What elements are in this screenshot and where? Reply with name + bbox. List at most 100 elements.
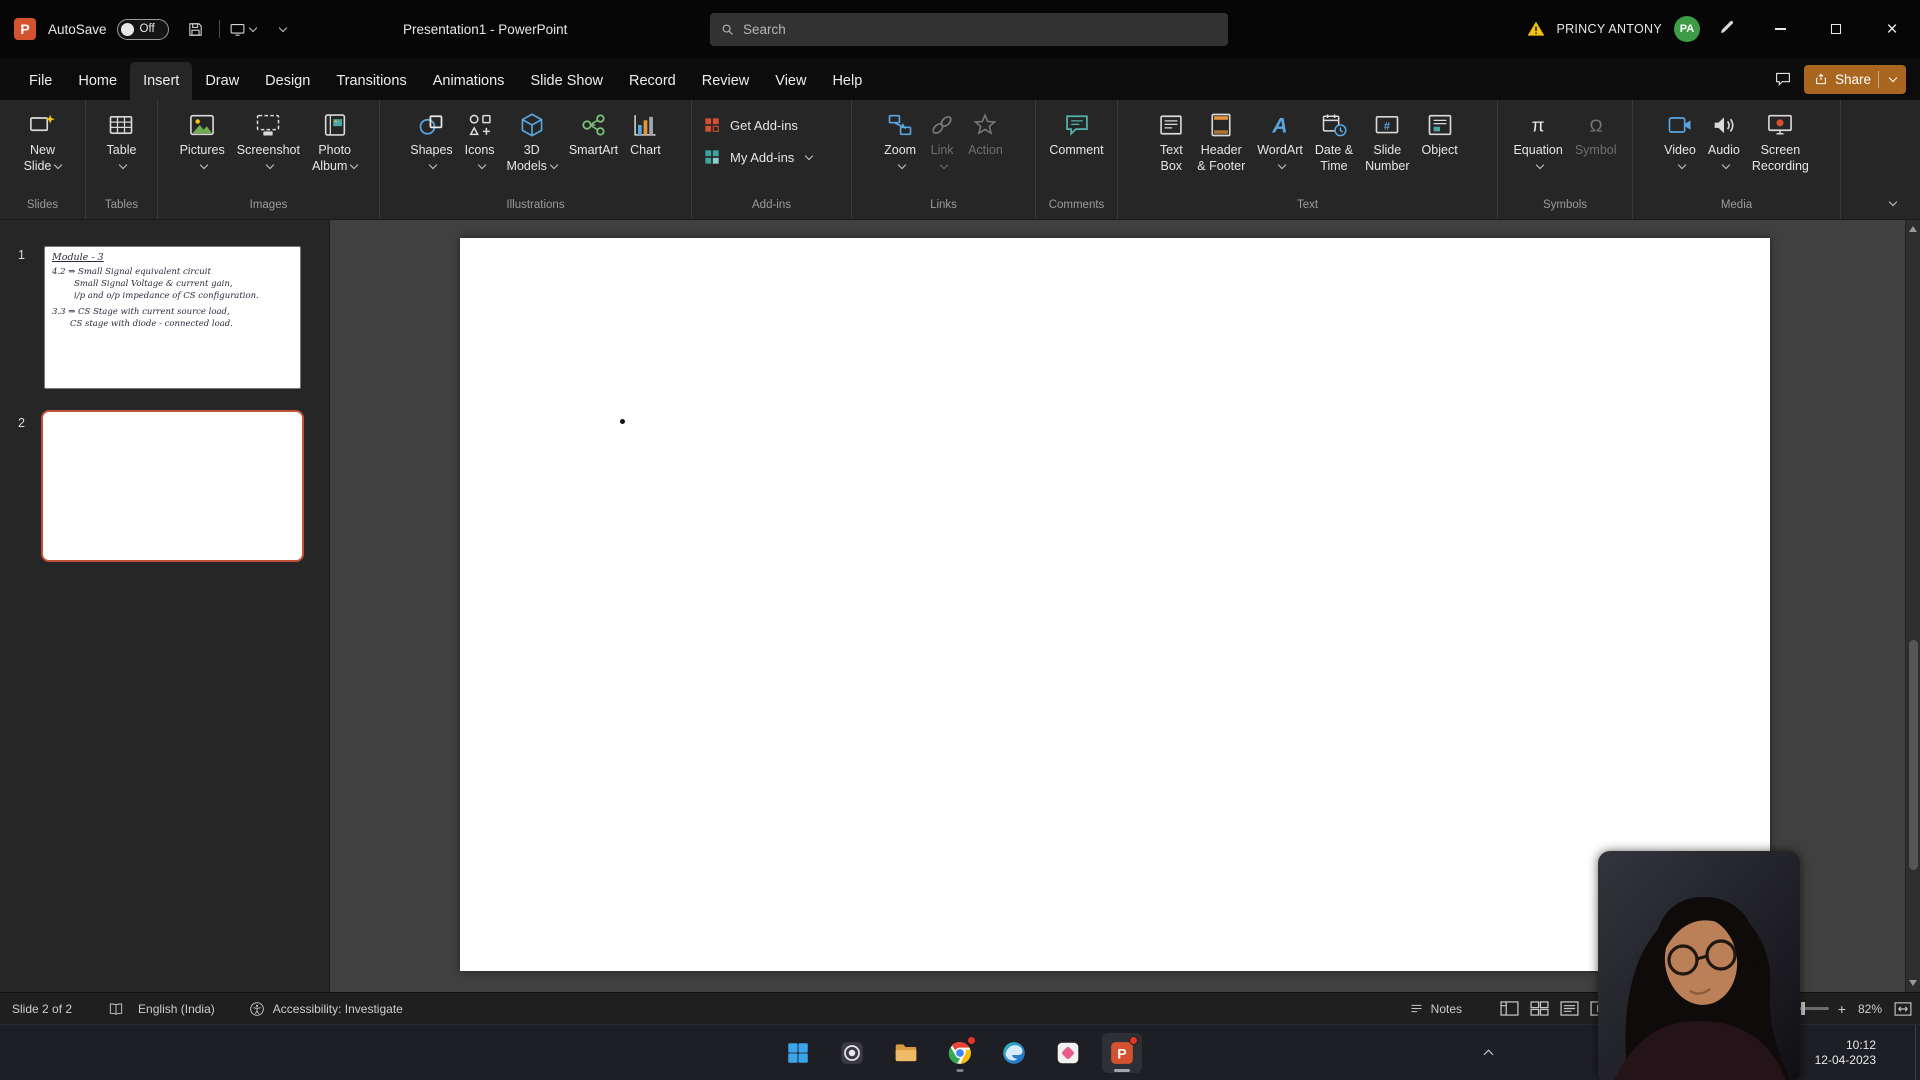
file-explorer-button[interactable] (886, 1033, 926, 1073)
edge-button[interactable] (994, 1033, 1034, 1073)
my-addins-button[interactable]: My Add-ins (702, 142, 841, 172)
avatar[interactable]: PA (1674, 16, 1700, 42)
search-bar[interactable] (710, 13, 1228, 46)
chart-button[interactable]: Chart (624, 106, 667, 174)
share-icon (1814, 72, 1828, 86)
group-label-addins: Add-ins (692, 195, 851, 219)
tab-record[interactable]: Record (616, 62, 689, 100)
slide-thumbnail-pane: 1 Module - 3 4.2 ⇒ Small Signal equivale… (0, 220, 330, 992)
3d-models-button[interactable]: 3D Models (501, 106, 563, 174)
powerpoint-taskbar-button[interactable]: P (1102, 1033, 1142, 1073)
zoom-slider-thumb[interactable] (1801, 1002, 1805, 1015)
maximize-button[interactable] (1808, 0, 1864, 58)
chevron-down-icon (898, 160, 906, 168)
present-button[interactable] (228, 12, 258, 46)
screen-recording-button[interactable]: Screen Recording (1746, 106, 1815, 174)
table-button[interactable]: Table (101, 106, 143, 174)
chrome-button[interactable] (940, 1033, 980, 1073)
chevron-down-icon (805, 151, 813, 159)
scrollbar-thumb[interactable] (1909, 640, 1918, 870)
slide-thumbnail-2-selected[interactable] (41, 410, 304, 562)
slide-sorter-view-button[interactable] (1530, 1001, 1549, 1016)
chevron-down-icon (278, 23, 286, 31)
reading-view-button[interactable] (1560, 1001, 1579, 1016)
comments-pane-icon[interactable] (1774, 70, 1792, 88)
group-label-images: Images (158, 195, 379, 219)
video-button[interactable]: Video (1658, 106, 1702, 174)
tab-view[interactable]: View (762, 62, 819, 100)
close-button[interactable]: × (1864, 0, 1920, 58)
zoom-level[interactable]: 82% (1858, 1002, 1882, 1016)
slide-number-button[interactable]: # Slide Number (1359, 106, 1415, 174)
language-indicator[interactable]: English (India) (138, 1002, 215, 1016)
account-name[interactable]: PRINCY ANTONY (1556, 22, 1662, 36)
hidden-icons-button[interactable] (1475, 1025, 1501, 1080)
minimize-button[interactable] (1752, 0, 1808, 58)
vertical-scrollbar[interactable] (1905, 220, 1920, 992)
audio-icon (1710, 108, 1738, 142)
screenshot-button[interactable]: Screenshot (231, 106, 306, 174)
tab-transitions[interactable]: Transitions (323, 62, 419, 100)
collapse-ribbon-button[interactable] (1880, 194, 1902, 212)
share-button[interactable]: Share (1804, 65, 1906, 94)
tab-file[interactable]: File (16, 62, 65, 100)
photo-album-icon (321, 108, 349, 142)
object-button[interactable]: Object (1416, 106, 1464, 174)
comment-button[interactable]: Comment (1043, 106, 1109, 174)
get-addins-button[interactable]: Get Add-ins (702, 110, 841, 140)
chevron-down-icon (54, 160, 62, 168)
slide-editing-canvas[interactable] (460, 238, 1770, 971)
screen-recording-icon (1766, 108, 1794, 142)
show-desktop-button[interactable] (1915, 1025, 1920, 1080)
text-box-button[interactable]: Text Box (1151, 106, 1191, 174)
autosave-toggle[interactable]: Off (117, 19, 169, 40)
accessibility-status[interactable]: Accessibility: Investigate (273, 1002, 403, 1016)
search-input[interactable] (743, 22, 1218, 37)
tab-slide-show[interactable]: Slide Show (517, 62, 616, 100)
start-button[interactable] (778, 1033, 818, 1073)
tab-design[interactable]: Design (252, 62, 323, 100)
clock[interactable]: 10:12 12-04-2023 (1815, 1025, 1876, 1080)
shapes-button[interactable]: Shapes (404, 106, 458, 174)
accessibility-icon[interactable] (249, 1001, 265, 1017)
date-time-button[interactable]: Date & Time (1309, 106, 1359, 174)
tab-help[interactable]: Help (819, 62, 875, 100)
quick-access-toolbar-menu[interactable] (266, 12, 296, 46)
tab-draw[interactable]: Draw (192, 62, 252, 100)
slide-thumbnail-1[interactable]: Module - 3 4.2 ⇒ Small Signal equivalent… (44, 246, 301, 389)
normal-view-button[interactable] (1500, 1001, 1519, 1016)
photo-album-button[interactable]: Photo Album (306, 106, 363, 174)
ribbon: New Slide Slides Table Tables Pictures (0, 100, 1920, 220)
notes-toggle[interactable]: Notes (1409, 1001, 1462, 1016)
save-button[interactable] (181, 12, 211, 46)
new-slide-button[interactable]: New Slide (18, 106, 68, 174)
icons-button[interactable]: Icons (459, 106, 501, 174)
fit-slide-button[interactable] (1894, 1002, 1912, 1016)
photos-app-button[interactable] (1048, 1033, 1088, 1073)
scroll-down-arrow[interactable] (1909, 980, 1917, 986)
equation-button[interactable]: π Equation (1507, 106, 1568, 174)
chevron-down-icon (266, 160, 274, 168)
tab-home[interactable]: Home (65, 62, 130, 100)
tab-review[interactable]: Review (689, 62, 763, 100)
warning-icon[interactable] (1526, 19, 1546, 39)
inking-pen-icon[interactable] (1718, 18, 1736, 41)
wordart-button[interactable]: A WordArt (1251, 106, 1309, 174)
camera-app-button[interactable] (832, 1033, 872, 1073)
svg-text:Ω: Ω (1589, 115, 1602, 135)
chevron-down-icon (1889, 73, 1897, 81)
tab-insert[interactable]: Insert (130, 62, 192, 100)
zoom-in-button[interactable]: + (1838, 1001, 1846, 1017)
audio-button[interactable]: Audio (1702, 106, 1746, 174)
zoom-button[interactable]: Zoom (878, 106, 922, 174)
tab-animations[interactable]: Animations (420, 62, 518, 100)
scroll-up-arrow[interactable] (1909, 226, 1917, 232)
screenshot-icon (254, 108, 282, 142)
spell-check-icon[interactable] (108, 1001, 124, 1017)
pictures-button[interactable]: Pictures (174, 106, 231, 174)
chevron-down-icon (200, 160, 208, 168)
header-footer-button[interactable]: Header & Footer (1191, 106, 1251, 174)
chevron-down-icon (350, 160, 358, 168)
smartart-button[interactable]: SmartArt (563, 106, 624, 174)
icons-icon (466, 108, 494, 142)
